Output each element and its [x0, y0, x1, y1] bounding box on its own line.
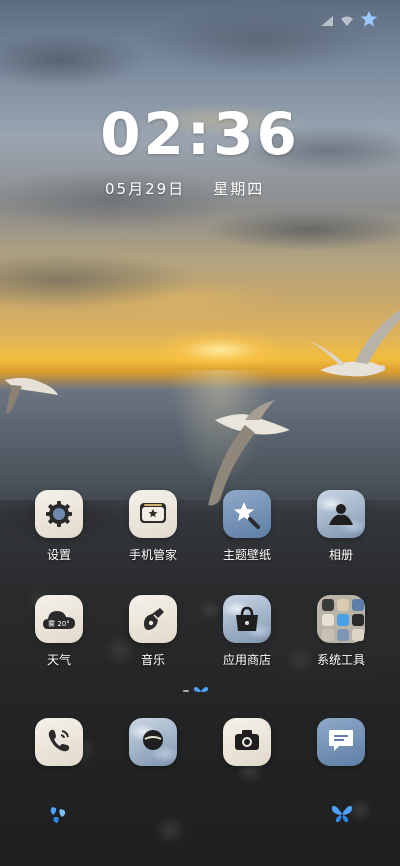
- weather-icon: 雾 20°: [35, 595, 83, 643]
- camera-icon: [233, 728, 261, 756]
- app-folder-system-tools[interactable]: 系统工具: [301, 595, 381, 668]
- music-icon: [129, 595, 177, 643]
- page-indicator[interactable]: [183, 686, 209, 696]
- weather-badge: 雾 20°: [48, 620, 70, 628]
- status-bar: [320, 10, 378, 32]
- seagull-image: [5, 377, 58, 414]
- bottom-left-blue-icon[interactable]: [48, 805, 70, 825]
- page-dot: [183, 690, 189, 692]
- app-theme-wallpaper[interactable]: 主题壁纸: [207, 490, 287, 563]
- clock-time[interactable]: 02:36: [0, 100, 400, 168]
- app-store-icon: [223, 595, 271, 643]
- app-phone-manager[interactable]: 手机管家: [113, 490, 193, 563]
- date-row[interactable]: 05月29日 星期四: [105, 178, 264, 199]
- weekday-label: 星期四: [213, 180, 265, 198]
- app-label: 音乐: [140, 653, 165, 667]
- dock-camera[interactable]: [223, 718, 271, 766]
- app-label: 手机管家: [128, 548, 177, 562]
- app-settings[interactable]: 设置: [19, 490, 99, 563]
- app-label: 天气: [46, 653, 71, 667]
- phone-icon: [45, 726, 73, 758]
- star-icon: [360, 10, 378, 32]
- dock-phone[interactable]: [35, 718, 83, 766]
- dock-browser[interactable]: [129, 718, 177, 766]
- gallery-icon: [317, 490, 365, 538]
- app-label: 应用商店: [222, 653, 271, 667]
- app-gallery[interactable]: 相册: [301, 490, 381, 563]
- wallpaper-sun: [150, 330, 290, 370]
- app-store[interactable]: 应用商店: [207, 595, 287, 668]
- wifi-icon: [340, 12, 354, 31]
- theme-wallpaper-icon: [223, 490, 271, 538]
- phone-manager-icon: [129, 490, 177, 538]
- cellular-signal-icon: [320, 12, 334, 31]
- app-weather[interactable]: 雾 20° 天气: [19, 595, 99, 668]
- app-music[interactable]: 音乐: [113, 595, 193, 668]
- butterfly-icon[interactable]: [331, 803, 353, 825]
- messages-icon: [327, 727, 355, 757]
- settings-gear-icon: [35, 490, 83, 538]
- dock-messages[interactable]: [317, 718, 365, 766]
- date-label: 05月29日: [105, 180, 186, 198]
- app-label: 设置: [46, 548, 71, 562]
- folder-icon: [317, 595, 365, 643]
- app-label: 系统工具: [316, 653, 365, 667]
- app-label: 主题壁纸: [222, 548, 271, 562]
- seagull-image: [308, 310, 400, 377]
- butterfly-page-icon: [193, 687, 209, 692]
- app-label: 相册: [328, 548, 353, 562]
- browser-icon: [139, 726, 167, 758]
